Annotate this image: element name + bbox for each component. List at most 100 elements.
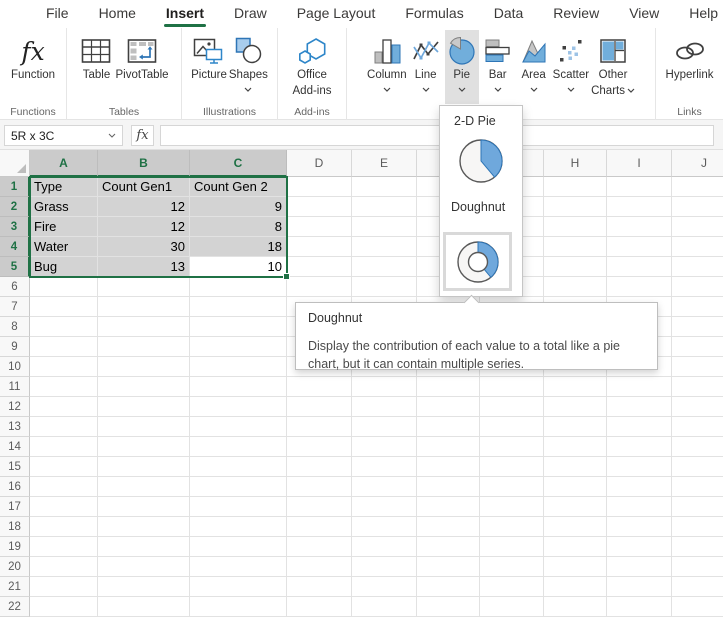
cell-J6[interactable] (672, 277, 723, 297)
cell-C7[interactable] (190, 297, 287, 317)
cell-J14[interactable] (672, 437, 723, 457)
cell-C13[interactable] (190, 417, 287, 437)
cell-F22[interactable] (417, 597, 480, 617)
cell-D19[interactable] (287, 537, 352, 557)
select-all-corner[interactable] (0, 150, 30, 177)
cell-A7[interactable] (30, 297, 98, 317)
tab-help[interactable]: Help (687, 1, 720, 27)
row-header-7[interactable]: 7 (0, 297, 30, 317)
cell-G16[interactable] (480, 477, 544, 497)
cell-G14[interactable] (480, 437, 544, 457)
cell-H2[interactable] (544, 197, 607, 217)
line-chart-button[interactable]: Line (409, 30, 443, 104)
row-header-20[interactable]: 20 (0, 557, 30, 577)
cell-A8[interactable] (30, 317, 98, 337)
cell-B20[interactable] (98, 557, 190, 577)
cell-B17[interactable] (98, 497, 190, 517)
cell-A2[interactable]: Grass (30, 197, 98, 217)
cell-G19[interactable] (480, 537, 544, 557)
cell-J9[interactable] (672, 337, 723, 357)
cell-H4[interactable] (544, 237, 607, 257)
col-header-J[interactable]: J (672, 150, 723, 177)
cell-J8[interactable] (672, 317, 723, 337)
shapes-button[interactable]: Shapes (229, 30, 268, 104)
cell-I13[interactable] (607, 417, 672, 437)
tab-draw[interactable]: Draw (232, 1, 269, 27)
cell-F19[interactable] (417, 537, 480, 557)
chevron-down-icon[interactable] (108, 133, 116, 138)
cell-F15[interactable] (417, 457, 480, 477)
cell-I19[interactable] (607, 537, 672, 557)
cell-H21[interactable] (544, 577, 607, 597)
cell-B6[interactable] (98, 277, 190, 297)
cell-E14[interactable] (352, 437, 417, 457)
tab-insert[interactable]: Insert (164, 1, 206, 27)
cell-D11[interactable] (287, 377, 352, 397)
cell-E3[interactable] (352, 217, 417, 237)
cell-I17[interactable] (607, 497, 672, 517)
col-header-I[interactable]: I (607, 150, 672, 177)
tab-data[interactable]: Data (492, 1, 526, 27)
row-header-4[interactable]: 4 (0, 237, 30, 257)
cell-B4[interactable]: 30 (98, 237, 190, 257)
cell-E21[interactable] (352, 577, 417, 597)
cell-G13[interactable] (480, 417, 544, 437)
cell-J11[interactable] (672, 377, 723, 397)
row-header-13[interactable]: 13 (0, 417, 30, 437)
cell-B19[interactable] (98, 537, 190, 557)
cell-J21[interactable] (672, 577, 723, 597)
cell-J4[interactable] (672, 237, 723, 257)
cell-E17[interactable] (352, 497, 417, 517)
cell-A4[interactable]: Water (30, 237, 98, 257)
cell-I3[interactable] (607, 217, 672, 237)
cell-B22[interactable] (98, 597, 190, 617)
cell-A3[interactable]: Fire (30, 217, 98, 237)
row-header-8[interactable]: 8 (0, 317, 30, 337)
cell-F20[interactable] (417, 557, 480, 577)
fill-handle[interactable] (283, 273, 290, 280)
col-header-D[interactable]: D (287, 150, 352, 177)
cell-A9[interactable] (30, 337, 98, 357)
column-chart-button[interactable]: Column (367, 30, 407, 104)
cell-J16[interactable] (672, 477, 723, 497)
cell-I12[interactable] (607, 397, 672, 417)
tab-formulas[interactable]: Formulas (403, 1, 465, 27)
tab-home[interactable]: Home (97, 1, 138, 27)
cell-E15[interactable] (352, 457, 417, 477)
cell-D21[interactable] (287, 577, 352, 597)
cell-C12[interactable] (190, 397, 287, 417)
cell-C1[interactable]: Count Gen 2 (190, 177, 287, 197)
cell-G12[interactable] (480, 397, 544, 417)
cell-H11[interactable] (544, 377, 607, 397)
cell-E16[interactable] (352, 477, 417, 497)
cell-C5[interactable]: 10 (190, 257, 287, 277)
cell-E2[interactable] (352, 197, 417, 217)
cell-J20[interactable] (672, 557, 723, 577)
row-header-10[interactable]: 10 (0, 357, 30, 377)
cell-B8[interactable] (98, 317, 190, 337)
cell-C17[interactable] (190, 497, 287, 517)
cell-J13[interactable] (672, 417, 723, 437)
cell-C4[interactable]: 18 (190, 237, 287, 257)
cell-J2[interactable] (672, 197, 723, 217)
cell-C10[interactable] (190, 357, 287, 377)
cell-C6[interactable] (190, 277, 287, 297)
cell-B10[interactable] (98, 357, 190, 377)
cell-E4[interactable] (352, 237, 417, 257)
cell-C22[interactable] (190, 597, 287, 617)
2d-pie-option-icon[interactable] (458, 138, 504, 184)
cell-D4[interactable] (287, 237, 352, 257)
cell-C8[interactable] (190, 317, 287, 337)
cell-E19[interactable] (352, 537, 417, 557)
cell-B16[interactable] (98, 477, 190, 497)
cell-H20[interactable] (544, 557, 607, 577)
cell-A6[interactable] (30, 277, 98, 297)
row-header-3[interactable]: 3 (0, 217, 30, 237)
cell-H17[interactable] (544, 497, 607, 517)
area-chart-button[interactable]: Area (517, 30, 551, 104)
tab-file[interactable]: File (44, 1, 71, 27)
cell-G17[interactable] (480, 497, 544, 517)
office-addins-button[interactable]: Office Add-ins (293, 30, 332, 104)
cell-C9[interactable] (190, 337, 287, 357)
cell-G11[interactable] (480, 377, 544, 397)
